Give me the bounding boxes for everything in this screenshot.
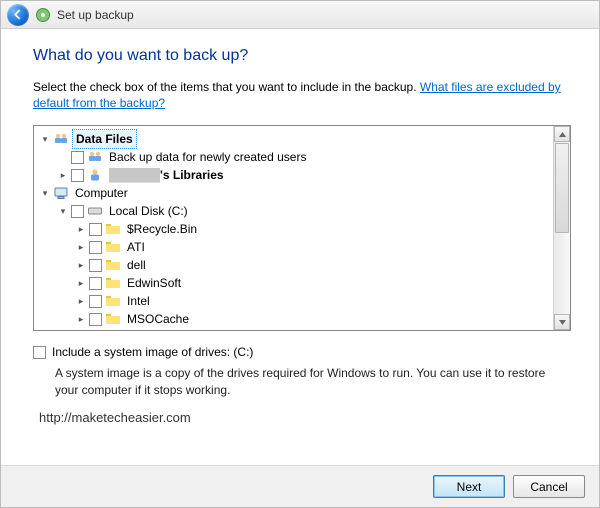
tree-node-data-files[interactable]: Data Files [40,130,551,148]
tree-node-new-users[interactable]: Back up data for newly created users [40,148,551,166]
cancel-button[interactable]: Cancel [513,475,585,498]
node-label: MSOCache [124,310,192,328]
expand-toggle-icon[interactable] [40,184,50,202]
checkbox[interactable] [89,259,102,272]
chevron-down-icon [559,320,566,325]
checkbox[interactable] [71,169,84,182]
instruction-text: Select the check box of the items that y… [33,79,571,111]
setup-backup-window: Set up backup What do you want to back u… [0,0,600,508]
expand-toggle-icon[interactable] [76,220,86,238]
checkbox[interactable] [33,346,46,359]
checkbox[interactable] [89,223,102,236]
node-label: Intel [124,292,153,310]
next-button[interactable]: Next [433,475,505,498]
computer-icon [53,185,69,201]
node-label: Back up data for newly created users [106,148,309,166]
tree-node-folder[interactable]: $Recycle.Bin [40,220,551,238]
checkbox[interactable] [89,277,102,290]
node-label: ██████'s Libraries [106,166,227,184]
page-heading: What do you want to back up? [33,47,571,65]
expand-toggle-icon[interactable] [76,256,86,274]
watermark-text: http://maketecheasier.com [39,410,571,425]
person-icon [87,167,103,183]
node-label: Data Files [72,129,137,149]
window-title: Set up backup [57,8,134,22]
system-image-label: Include a system image of drives: (C:) [52,345,253,359]
folder-icon [105,275,121,291]
tree-viewport[interactable]: Data Files Back up data for newly create… [34,126,553,330]
node-label: Computer [72,184,131,202]
folder-icon [105,239,121,255]
node-label: dell [124,256,149,274]
back-button[interactable] [7,4,29,26]
scroll-up-button[interactable] [554,126,570,142]
expand-toggle-icon[interactable] [76,238,86,256]
tree-node-folder[interactable]: EdwinSoft [40,274,551,292]
checkbox[interactable] [89,295,102,308]
people-icon [53,131,69,147]
folder-icon [105,311,121,327]
tree-node-local-disk[interactable]: Local Disk (C:) [40,202,551,220]
folder-icon [105,293,121,309]
expand-toggle-icon[interactable] [58,166,68,184]
tree-node-folder[interactable]: Intel [40,292,551,310]
checkbox[interactable] [89,241,102,254]
arrow-left-icon [13,9,24,20]
backup-disc-icon [35,7,51,23]
checkbox[interactable] [89,313,102,326]
system-image-option[interactable]: Include a system image of drives: (C:) [33,345,571,359]
expand-toggle-icon[interactable] [76,274,86,292]
folder-icon [105,221,121,237]
people-icon [87,149,103,165]
expand-toggle-icon[interactable] [58,202,68,220]
expand-toggle-icon[interactable] [76,310,86,328]
dialog-body: What do you want to back up? Select the … [1,29,599,465]
titlebar: Set up backup [1,1,599,29]
scroll-down-button[interactable] [554,314,570,330]
instruction-prefix: Select the check box of the items that y… [33,80,420,94]
expand-toggle-icon[interactable] [76,292,86,310]
node-label: EdwinSoft [124,274,184,292]
backup-items-tree: Data Files Back up data for newly create… [33,125,571,331]
expand-toggle-icon[interactable] [40,130,50,148]
chevron-up-icon [559,132,566,137]
system-image-description: A system image is a copy of the drives r… [55,365,555,397]
node-label: Local Disk (C:) [106,202,191,220]
tree-node-computer[interactable]: Computer [40,184,551,202]
node-label: ATI [124,238,148,256]
node-label: $Recycle.Bin [124,220,200,238]
folder-icon [105,257,121,273]
tree-node-user-libraries[interactable]: ██████'s Libraries [40,166,551,184]
tree-node-folder[interactable]: MSOCache [40,310,551,328]
drive-icon [87,203,103,219]
checkbox[interactable] [71,205,84,218]
checkbox[interactable] [71,151,84,164]
tree-node-folder[interactable]: dell [40,256,551,274]
scroll-thumb[interactable] [555,143,569,233]
vertical-scrollbar[interactable] [553,126,570,330]
tree-node-folder[interactable]: ATI [40,238,551,256]
dialog-button-bar: Next Cancel [1,465,599,507]
